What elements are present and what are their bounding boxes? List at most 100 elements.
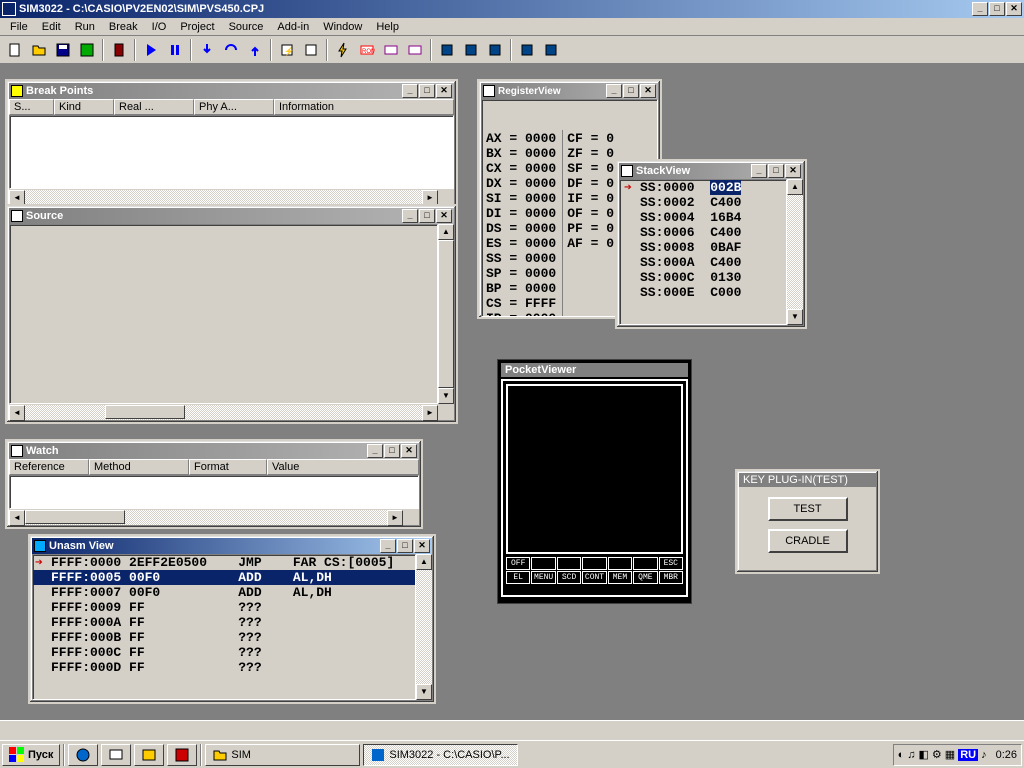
reg-min-button[interactable]: _ xyxy=(606,84,622,98)
tray-icon-2[interactable]: ♫ xyxy=(907,749,915,761)
tray-icon-4[interactable]: ⚙ xyxy=(932,748,942,761)
pv-btn-qme[interactable]: QME xyxy=(633,571,657,584)
pv-btn-b4[interactable] xyxy=(582,557,606,570)
unasm-close-button[interactable]: ✕ xyxy=(414,539,430,553)
menu-io[interactable]: I/O xyxy=(146,20,173,34)
chip2-icon[interactable] xyxy=(460,39,482,61)
chip4-icon[interactable] xyxy=(516,39,538,61)
run-icon[interactable] xyxy=(140,39,162,61)
pv-btn-b5[interactable] xyxy=(608,557,632,570)
watch-scroll-h[interactable]: ◄► xyxy=(9,509,419,525)
ql-app-icon[interactable] xyxy=(167,744,197,766)
save-all-icon[interactable] xyxy=(76,39,98,61)
watch-window[interactable]: Watch _ □ ✕ Reference Method Format Valu… xyxy=(5,439,423,529)
minimize-button[interactable]: _ xyxy=(972,2,988,16)
pocketviewer-window[interactable]: PocketViewer OFF ESC EL MENU SCD CONT ME… xyxy=(497,359,692,604)
bp-list[interactable] xyxy=(9,115,454,189)
cradle-button[interactable]: CRADLE xyxy=(768,529,848,553)
chip3-icon[interactable] xyxy=(484,39,506,61)
reset-icon[interactable]: ⚡ xyxy=(276,39,298,61)
menu-addin[interactable]: Add-in xyxy=(271,20,315,34)
maximize-button[interactable]: □ xyxy=(989,2,1005,16)
bp-close-button[interactable]: ✕ xyxy=(436,84,452,98)
stack-list[interactable]: ➔SS:0000 002BSS:0002 C400SS:0004 16B4SS:… xyxy=(619,179,787,325)
src-min-button[interactable]: _ xyxy=(402,209,418,223)
watch-col-format[interactable]: Format xyxy=(189,459,267,475)
pv-btn-mbr[interactable]: MBR xyxy=(659,571,683,584)
stack-window[interactable]: StackView _ □ ✕ ➔SS:0000 002BSS:0002 C40… xyxy=(615,159,807,329)
tool-rom-icon[interactable]: ROM xyxy=(356,39,378,61)
start-button[interactable]: Пуск xyxy=(2,744,60,766)
watch-min-button[interactable]: _ xyxy=(367,444,383,458)
tool-wave2-icon[interactable] xyxy=(404,39,426,61)
pv-btn-b6[interactable] xyxy=(633,557,657,570)
pv-btn-off[interactable]: OFF xyxy=(506,557,530,570)
pv-btn-menu[interactable]: MENU xyxy=(531,571,555,584)
stack-max-button[interactable]: □ xyxy=(768,164,784,178)
pv-btn-scd[interactable]: SCD xyxy=(557,571,581,584)
menu-run[interactable]: Run xyxy=(69,20,101,34)
menu-source[interactable]: Source xyxy=(223,20,270,34)
bp-col-info[interactable]: Information xyxy=(274,99,454,115)
watch-list[interactable] xyxy=(9,475,419,509)
menu-file[interactable]: File xyxy=(4,20,34,34)
pv-btn-mem[interactable]: MEM xyxy=(608,571,632,584)
power-icon[interactable] xyxy=(300,39,322,61)
close-button[interactable]: ✕ xyxy=(1006,2,1022,16)
unasm-window[interactable]: Unasm View _ □ ✕ ➔FFFF:0000 2EFF2E0500 J… xyxy=(28,534,436,704)
watch-col-ref[interactable]: Reference xyxy=(9,459,89,475)
menu-project[interactable]: Project xyxy=(174,20,220,34)
bp-min-button[interactable]: _ xyxy=(402,84,418,98)
reg-close-button[interactable]: ✕ xyxy=(640,84,656,98)
tray-lang[interactable]: RU xyxy=(958,749,978,761)
watch-max-button[interactable]: □ xyxy=(384,444,400,458)
tray-icon-5[interactable]: ▦ xyxy=(945,748,955,761)
pv-btn-cont[interactable]: CONT xyxy=(582,571,606,584)
bp-col-phy[interactable]: Phy A... xyxy=(194,99,274,115)
open-file-icon[interactable] xyxy=(28,39,50,61)
unasm-scroll-v[interactable]: ▲▼ xyxy=(416,554,432,700)
tray-icon-6[interactable]: ♪ xyxy=(981,749,987,761)
src-close-button[interactable]: ✕ xyxy=(436,209,452,223)
keyplugin-title[interactable]: KEY PLUG-IN(TEST) xyxy=(739,473,876,487)
menu-help[interactable]: Help xyxy=(370,20,405,34)
chip5-icon[interactable] xyxy=(540,39,562,61)
pv-btn-esc[interactable]: ESC xyxy=(659,557,683,570)
unasm-list[interactable]: ➔FFFF:0000 2EFF2E0500 JMP FAR CS:[0005]F… xyxy=(32,554,416,700)
stack-close-button[interactable]: ✕ xyxy=(785,164,801,178)
step-over-icon[interactable] xyxy=(220,39,242,61)
bp-col-real[interactable]: Real ... xyxy=(114,99,194,115)
test-button[interactable]: TEST xyxy=(768,497,848,521)
bp-max-button[interactable]: □ xyxy=(419,84,435,98)
pause-icon[interactable] xyxy=(164,39,186,61)
tray-icon-3[interactable]: ◧ xyxy=(919,748,929,761)
ql-outlook-icon[interactable] xyxy=(134,744,164,766)
pv-btn-el[interactable]: EL xyxy=(506,571,530,584)
unasm-min-button[interactable]: _ xyxy=(380,539,396,553)
watch-col-value[interactable]: Value xyxy=(267,459,419,475)
build-icon[interactable] xyxy=(108,39,130,61)
src-scroll-v[interactable]: ▲▼ xyxy=(438,224,454,404)
new-file-icon[interactable] xyxy=(4,39,26,61)
task-sim3022[interactable]: SIM3022 - C:\CASIO\P... xyxy=(363,744,518,766)
pv-btn-b2[interactable] xyxy=(531,557,555,570)
watch-col-method[interactable]: Method xyxy=(89,459,189,475)
stack-scroll-v[interactable]: ▲▼ xyxy=(787,179,803,325)
tool-lightning-icon[interactable] xyxy=(332,39,354,61)
menu-window[interactable]: Window xyxy=(317,20,368,34)
source-body[interactable] xyxy=(9,224,438,404)
tray-icon-1[interactable]: ◐ xyxy=(898,749,905,761)
step-out-icon[interactable] xyxy=(244,39,266,61)
src-scroll-h[interactable]: ◄► xyxy=(9,404,454,420)
menu-edit[interactable]: Edit xyxy=(36,20,67,34)
bp-col-s[interactable]: S... xyxy=(9,99,54,115)
ql-desktop-icon[interactable] xyxy=(101,744,131,766)
source-window[interactable]: Source _ □ ✕ ▲▼ ◄► xyxy=(5,204,458,424)
pv-title[interactable]: PocketViewer xyxy=(501,363,688,377)
save-icon[interactable] xyxy=(52,39,74,61)
breakpoints-window[interactable]: Break Points _ □ ✕ S... Kind Real ... Ph… xyxy=(5,79,458,209)
tool-wave1-icon[interactable] xyxy=(380,39,402,61)
watch-close-button[interactable]: ✕ xyxy=(401,444,417,458)
pv-btn-b3[interactable] xyxy=(557,557,581,570)
tray-clock[interactable]: 0:26 xyxy=(996,749,1017,761)
